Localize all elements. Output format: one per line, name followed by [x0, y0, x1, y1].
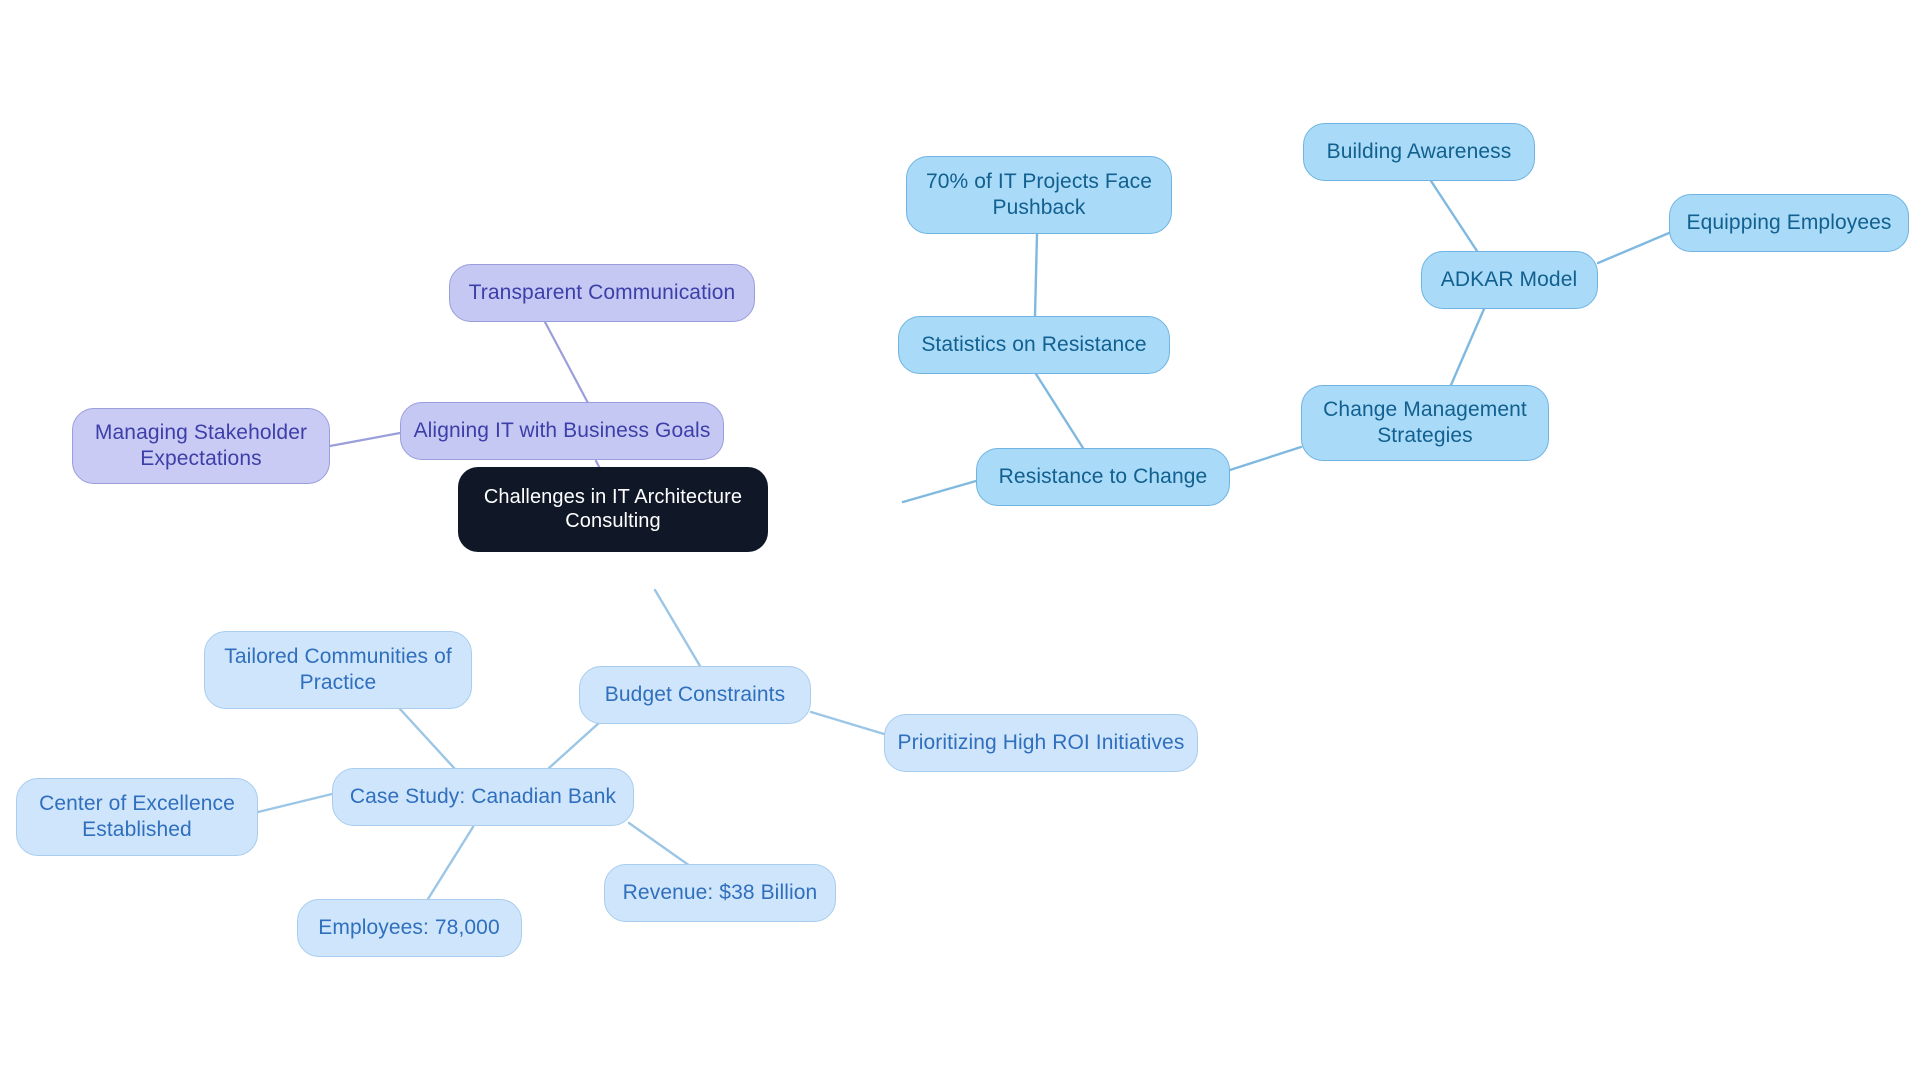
edge-adkar-model-to-building-awareness — [1429, 179, 1479, 253]
mindmap-node-employees-78000[interactable]: Employees: 78,000 — [296, 899, 522, 957]
mindmap-node-change-management-strategies[interactable]: Change Management Strategies — [1301, 385, 1549, 461]
mindmap-node-resistance-to-change[interactable]: Resistance to Change — [976, 448, 1230, 506]
mindmap-node-budget-constraints[interactable]: Budget Constraints — [579, 666, 811, 724]
mindmap-node-equipping-employees[interactable]: Equipping Employees — [1669, 194, 1909, 252]
mindmap-node-revenue-38-billion[interactable]: Revenue: $38 Billion — [604, 864, 836, 922]
edge-case-study-canadian-bank-to-center-of-excellence — [256, 792, 334, 814]
mindmap-node-transparent-communication[interactable]: Transparent Communication — [449, 264, 755, 322]
mindmap-node-70-pct-pushback[interactable]: 70% of IT Projects Face Pushback — [906, 156, 1172, 234]
edge-root-to-resistance-to-change — [901, 479, 978, 504]
mindmap-node-center-of-excellence[interactable]: Center of Excellence Established — [16, 778, 258, 856]
mindmap-node-managing-stakeholder-expectations[interactable]: Managing Stakeholder Expectations — [72, 408, 330, 484]
mindmap-node-aligning-it[interactable]: Aligning IT with Business Goals — [400, 402, 724, 460]
edge-root-to-budget-constraints — [653, 588, 702, 668]
edge-case-study-canadian-bank-to-revenue-38-billion — [627, 821, 692, 868]
mindmap-node-adkar-model[interactable]: ADKAR Model — [1420, 251, 1598, 309]
mindmap-node-statistics-on-resistance[interactable]: Statistics on Resistance — [898, 316, 1170, 374]
mindmap-node-building-awareness[interactable]: Building Awareness — [1303, 123, 1535, 181]
mindmap-node-case-study-canadian-bank[interactable]: Case Study: Canadian Bank — [332, 768, 634, 826]
mindmap-node-tailored-communities[interactable]: Tailored Communities of Practice — [204, 631, 472, 709]
mindmap-canvas: Challenges in IT Architecture Consulting… — [0, 0, 1920, 1083]
edge-budget-constraints-to-case-study-canadian-bank — [547, 720, 602, 770]
edge-resistance-to-change-to-change-management-strategies — [1228, 445, 1303, 472]
edge-case-study-canadian-bank-to-employees-78000 — [426, 825, 475, 901]
edge-aligning-it-to-transparent-communication — [543, 320, 590, 405]
edge-budget-constraints-to-prioritizing-high-roi — [809, 710, 886, 736]
edge-adkar-model-to-equipping-employees — [1596, 231, 1671, 265]
mindmap-node-root[interactable]: Challenges in IT Architecture Consulting — [458, 466, 768, 552]
edge-statistics-on-resistance-to-70-pct-pushback — [1033, 232, 1039, 318]
edge-case-study-canadian-bank-to-tailored-communities — [398, 707, 457, 771]
edge-change-management-strategies-to-adkar-model — [1449, 307, 1486, 387]
edge-resistance-to-change-to-statistics-on-resistance — [1034, 372, 1085, 450]
mindmap-node-prioritizing-high-roi[interactable]: Prioritizing High ROI Initiatives — [884, 714, 1198, 772]
edge-aligning-it-to-managing-stakeholder-expectations — [328, 431, 402, 448]
